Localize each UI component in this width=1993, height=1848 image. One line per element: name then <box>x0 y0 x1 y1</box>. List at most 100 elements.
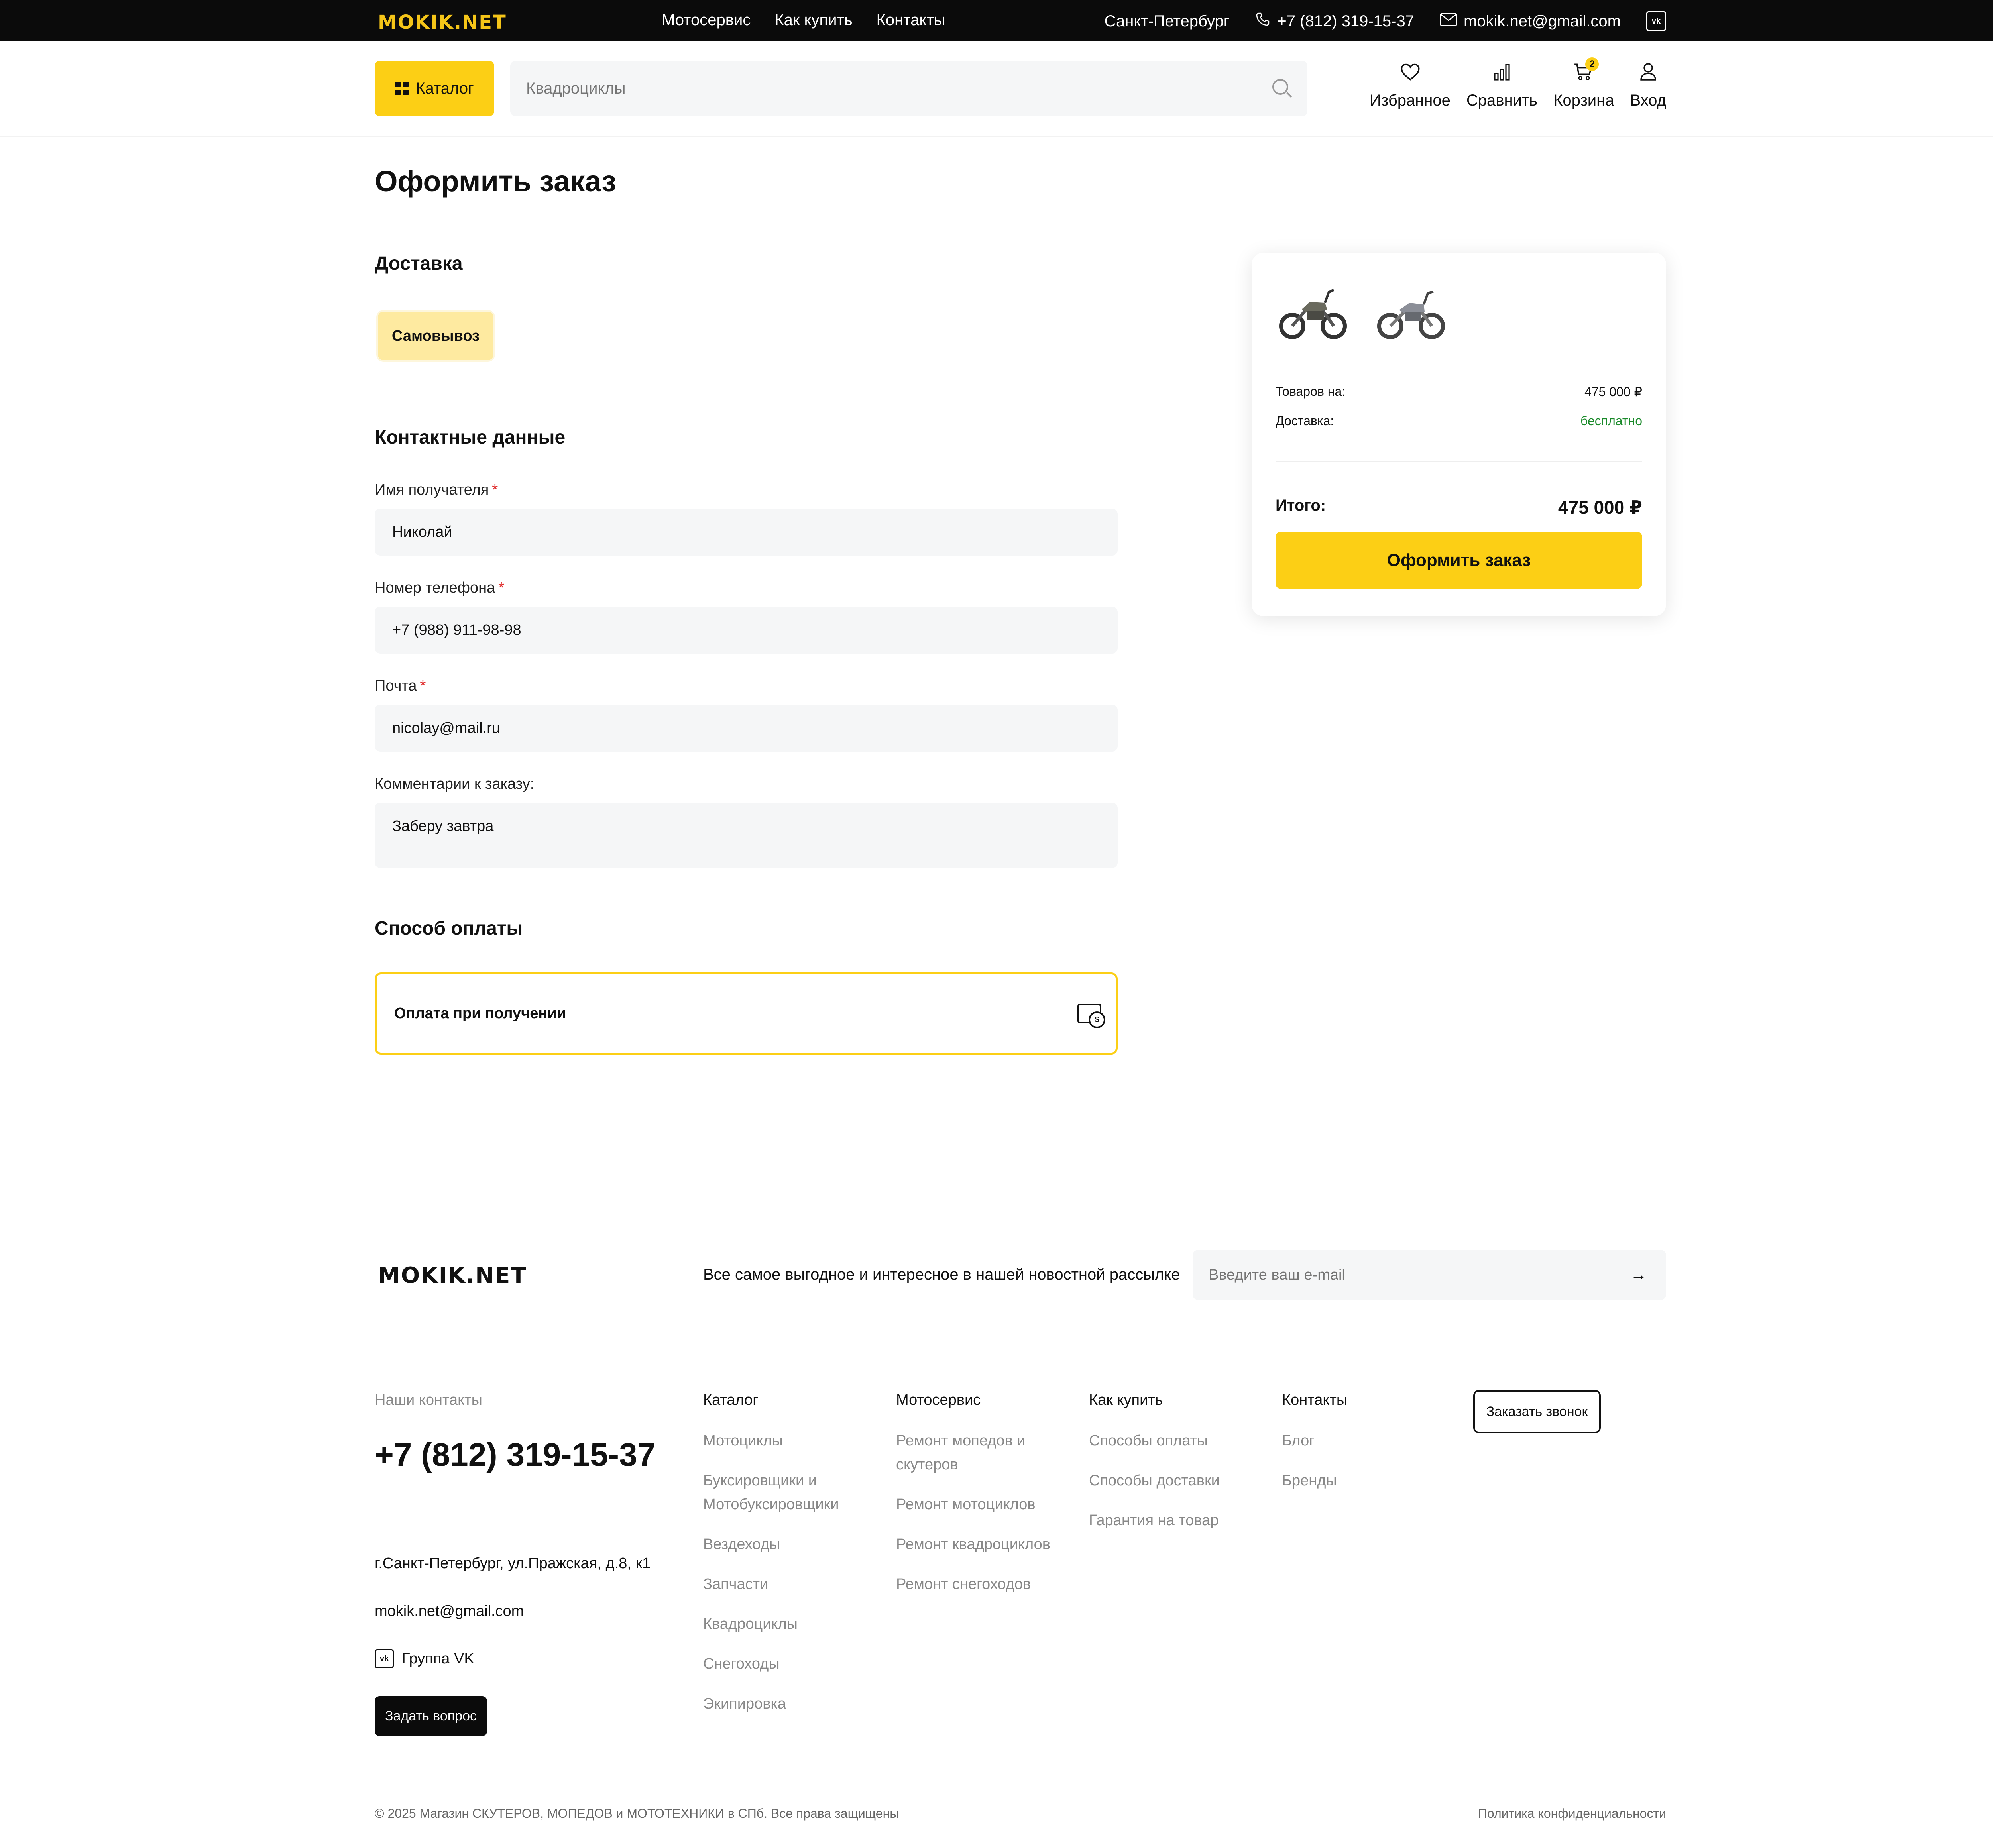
footer-vk-link[interactable]: vk Группа VK <box>375 1649 474 1668</box>
footer-service-heading[interactable]: Мотосервис <box>896 1392 1055 1409</box>
top-email-text: mokik.net@gmail.com <box>1463 12 1621 30</box>
top-info: Санкт-Петербург +7 (812) 319-15-37 mokik… <box>1105 11 1666 31</box>
comment-label: Комментарии к заказу: <box>375 776 535 792</box>
footer-howto-heading[interactable]: Как купить <box>1089 1392 1256 1409</box>
total-row: Итого: 475 000 ₽ <box>1276 497 1642 518</box>
cart-count-badge: 2 <box>1585 57 1599 71</box>
top-phone-text: +7 (812) 319-15-37 <box>1277 12 1414 30</box>
name-field[interactable]: Николай <box>375 509 1118 556</box>
payment-option-label: Оплата при получении <box>394 1005 566 1022</box>
bar-chart-icon <box>1491 61 1513 83</box>
vk-icon[interactable]: vk <box>1646 11 1666 31</box>
vk-icon: vk <box>375 1649 394 1668</box>
footer-phone[interactable]: +7 (812) 319-15-37 <box>375 1436 655 1474</box>
total-value: 475 000 ₽ <box>1558 497 1642 518</box>
arrow-right-icon[interactable]: → <box>1630 1265 1647 1284</box>
search-icon[interactable] <box>1272 79 1288 95</box>
nav-how-to-buy[interactable]: Как купить <box>774 11 852 29</box>
favorites-label: Избранное <box>1370 92 1451 109</box>
footer-vk-label: Группа VK <box>402 1650 474 1667</box>
footer-link[interactable]: Способы доставки <box>1089 1469 1256 1493</box>
name-label: Имя получателя * <box>375 481 498 499</box>
delivery-option-pickup[interactable]: Самовывоз <box>378 312 493 360</box>
footer-link[interactable]: Экипировка <box>703 1692 879 1716</box>
search-bar <box>510 61 1307 116</box>
cart-label: Корзина <box>1553 92 1614 109</box>
footer-link[interactable]: Мотоциклы <box>703 1429 879 1453</box>
comment-field[interactable]: Заберу завтра <box>375 803 1118 868</box>
footer-link[interactable]: Ремонт квадроциклов <box>896 1532 1055 1556</box>
cart-button[interactable]: 2 Корзина <box>1553 57 1614 110</box>
user-icon <box>1637 61 1659 83</box>
footer-link[interactable]: Вездеходы <box>703 1532 879 1556</box>
product-image-motorcycle[interactable] <box>1376 278 1446 348</box>
compare-button[interactable]: Сравнить <box>1466 61 1537 110</box>
page-title: Оформить заказ <box>375 165 617 198</box>
footer-link[interactable]: Буксировщики и Мотобуксировщики <box>703 1469 879 1516</box>
required-mark: * <box>420 678 426 694</box>
search-input[interactable] <box>510 61 1307 116</box>
top-bar: MOKIK.NET Мотосервис Как купить Контакты… <box>0 0 1993 41</box>
nav-contacts[interactable]: Контакты <box>877 11 945 29</box>
email-label: Почта * <box>375 678 426 695</box>
footer-link[interactable]: Ремонт мотоциклов <box>896 1493 1055 1516</box>
delivery-value: бесплатно <box>1580 414 1642 428</box>
footer-link[interactable]: Квадроциклы <box>703 1612 879 1636</box>
goods-value: 475 000 ₽ <box>1584 385 1642 399</box>
product-image-motorcycle[interactable] <box>1278 278 1348 348</box>
phone-field[interactable]: +7 (988) 911-98-98 <box>375 607 1118 654</box>
total-label: Итого: <box>1276 497 1326 514</box>
privacy-policy-link[interactable]: Политика конфиденциальности <box>1478 1806 1666 1821</box>
delivery-row: Доставка: бесплатно <box>1276 414 1642 428</box>
footer-service-column: Мотосервис Ремонт мопедов и скутеров Рем… <box>896 1392 1055 1612</box>
footer-contacts-nav-heading[interactable]: Контакты <box>1282 1392 1441 1409</box>
payment-title: Способ оплаты <box>375 918 523 939</box>
newsletter-email-input[interactable] <box>1193 1250 1666 1300</box>
top-email[interactable]: mokik.net@gmail.com <box>1440 12 1621 30</box>
top-nav: Мотосервис Как купить Контакты <box>662 11 945 29</box>
place-order-button[interactable]: Оформить заказ <box>1276 532 1642 589</box>
footer-link[interactable]: Снегоходы <box>703 1652 879 1676</box>
payment-option-on-delivery[interactable]: Оплата при получении <box>375 972 1118 1055</box>
footer-link[interactable]: Гарантия на товар <box>1089 1508 1256 1532</box>
city-selector[interactable]: Санкт-Петербург <box>1105 12 1230 30</box>
catalog-button-label: Каталог <box>416 79 474 97</box>
footer-link[interactable]: Способы оплаты <box>1089 1429 1256 1453</box>
copyright: © 2025 Магазин СКУТЕРОВ, МОПЕДОВ и МОТОТ… <box>375 1806 899 1821</box>
contacts-title: Контактные данные <box>375 427 566 448</box>
logo[interactable]: MOKIK.NET <box>378 11 507 33</box>
order-summary-card: Товаров на: 475 000 ₽ Доставка: бесплатн… <box>1252 253 1666 616</box>
cash-icon <box>1077 1004 1105 1028</box>
footer-catalog-heading[interactable]: Каталог <box>703 1392 879 1409</box>
footer-link[interactable]: Запчасти <box>703 1572 879 1596</box>
footer-link[interactable]: Ремонт снегоходов <box>896 1572 1055 1596</box>
footer-email[interactable]: mokik.net@gmail.com <box>375 1603 524 1620</box>
footer-link[interactable]: Блог <box>1282 1429 1441 1453</box>
nav-moto-service[interactable]: Мотосервис <box>662 11 751 29</box>
login-label: Вход <box>1630 92 1667 109</box>
footer-catalog-column: Каталог Мотоциклы Буксировщики и Мотобук… <box>703 1392 879 1732</box>
footer-contacts-column: Контакты Блог Бренды <box>1282 1392 1441 1508</box>
newsletter-text: Все самое выгодное и интересное в нашей … <box>703 1266 1180 1283</box>
footer-link[interactable]: Бренды <box>1282 1469 1441 1493</box>
divider <box>1276 461 1642 462</box>
footer-logo[interactable]: MOKIK.NET <box>378 1263 527 1288</box>
ask-question-button[interactable]: Задать вопрос <box>375 1696 487 1736</box>
footer-link[interactable]: Ремонт мопедов и скутеров <box>896 1429 1055 1477</box>
phone-icon <box>1255 11 1271 31</box>
header: Каталог Избранное Сравнить 2 Корзина <box>0 41 1993 137</box>
goods-label: Товаров на: <box>1276 384 1346 399</box>
grid-icon <box>395 82 409 95</box>
required-mark: * <box>498 579 504 596</box>
goods-row: Товаров на: 475 000 ₽ <box>1276 384 1642 399</box>
product-thumbnails <box>1278 278 1446 348</box>
footer-contacts-heading: Наши контакты <box>375 1392 482 1408</box>
request-call-button[interactable]: Заказать звонок <box>1473 1390 1601 1433</box>
catalog-button[interactable]: Каталог <box>375 61 494 116</box>
cart-icon: 2 <box>1572 57 1599 83</box>
top-phone[interactable]: +7 (812) 319-15-37 <box>1255 11 1414 31</box>
login-button[interactable]: Вход <box>1630 61 1667 110</box>
favorites-button[interactable]: Избранное <box>1370 61 1451 110</box>
email-label-text: Почта <box>375 678 417 694</box>
email-field[interactable]: nicolay@mail.ru <box>375 705 1118 752</box>
